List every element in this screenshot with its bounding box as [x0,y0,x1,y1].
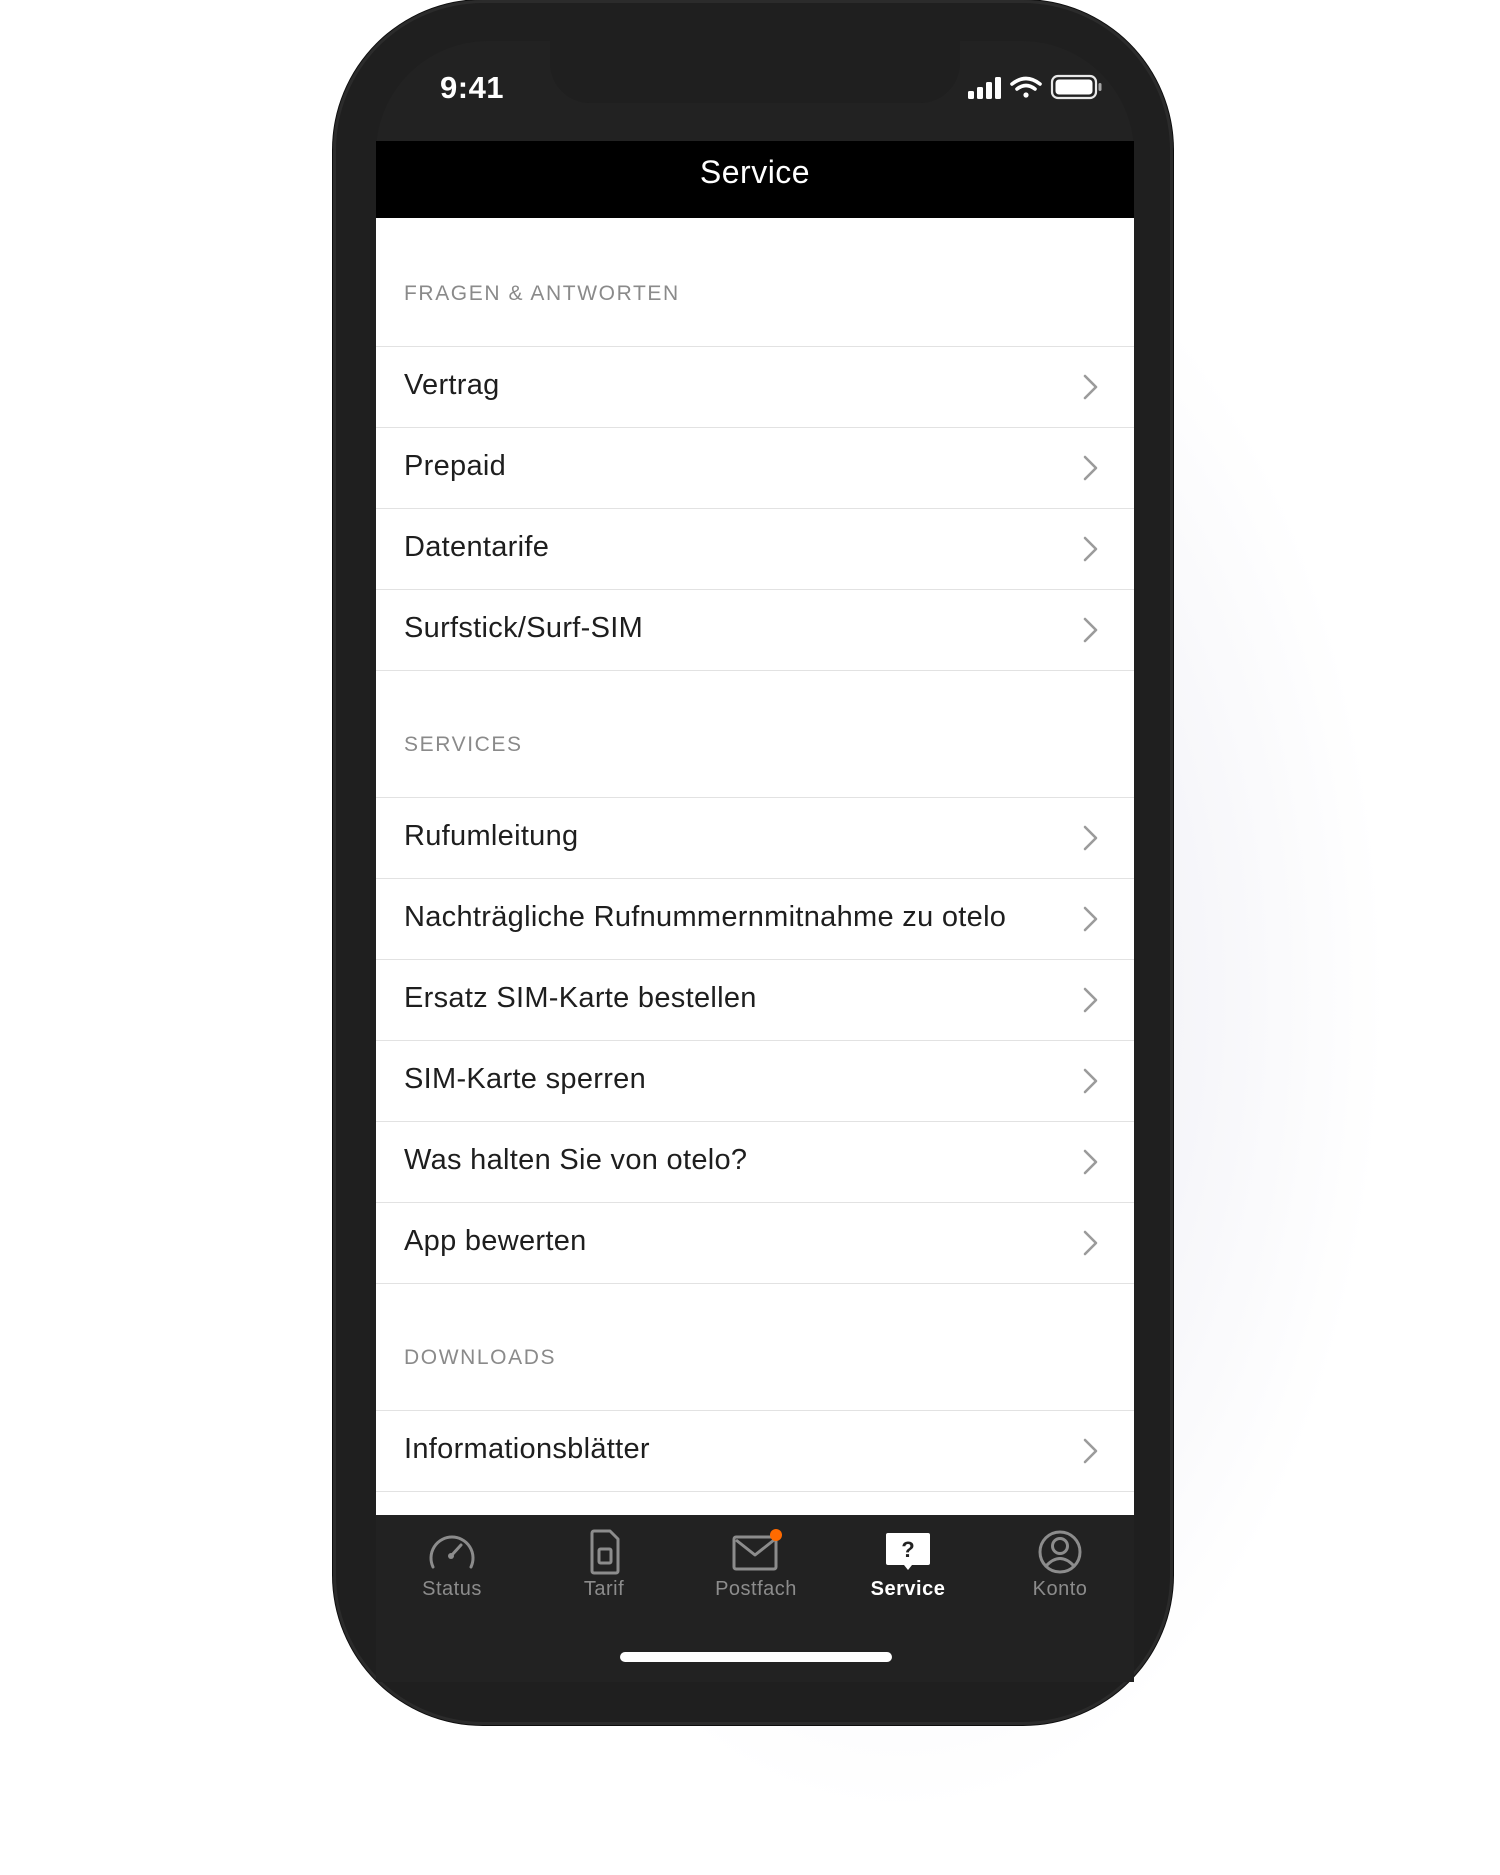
mail-icon [732,1529,782,1571]
speedometer-icon [429,1535,475,1569]
service-list[interactable]: FRAGEN & ANTWORTEN Vertrag Prepaid Daten… [376,218,1134,1515]
notch [550,41,960,103]
tab-status[interactable]: Status [376,1515,528,1625]
tab-tarif[interactable]: Tarif [528,1515,680,1625]
list-item-sim-sperren[interactable]: SIM-Karte sperren [376,1040,1134,1121]
list-item-label: Nachträgliche Rufnummernmitnahme zu otel… [404,901,1007,933]
section-header-faq: FRAGEN & ANTWORTEN [404,282,680,305]
tab-label: Konto [1032,1578,1088,1600]
divider [376,1283,1134,1284]
tab-konto[interactable]: Konto [984,1515,1136,1625]
chevron-right-icon [1083,906,1098,932]
chevron-right-icon [1083,1438,1098,1464]
list-item-rufnummernmitnahme[interactable]: Nachträgliche Rufnummernmitnahme zu otel… [376,878,1134,959]
home-indicator[interactable] [620,1652,892,1662]
battery-icon [1050,74,1102,100]
list-item-label: Ersatz SIM-Karte bestellen [404,982,757,1014]
list-item-app-bewerten[interactable]: App bewerten [376,1202,1134,1283]
chevron-right-icon [1083,455,1098,481]
list-item-datentarife[interactable]: Datentarife [376,508,1134,589]
navigation-bar: Service [376,141,1134,218]
list-item-label: Rufumleitung [404,820,579,852]
list-item-feedback[interactable]: Was halten Sie von otelo? [376,1121,1134,1202]
tab-label: Tarif [583,1578,625,1600]
list-item-label: Vertrag [404,369,500,401]
chevron-right-icon [1083,1230,1098,1256]
chevron-right-icon [1083,617,1098,643]
list-item-prepaid[interactable]: Prepaid [376,427,1134,508]
list-item-ersatz-sim[interactable]: Ersatz SIM-Karte bestellen [376,959,1134,1040]
help-icon: ? [886,1533,930,1570]
list-item-rufumleitung[interactable]: Rufumleitung [376,797,1134,878]
list-item-label: Prepaid [404,450,507,482]
chevron-right-icon [1083,987,1098,1013]
divider [376,1491,1134,1492]
divider [376,670,1134,671]
svg-text:?: ? [901,1537,914,1562]
list-item-vertrag[interactable]: Vertrag [376,346,1134,427]
list-item-informationsblaetter[interactable]: Informationsblätter [376,1410,1134,1491]
cellular-signal-icon [968,77,1001,99]
list-item-surfstick[interactable]: Surfstick/Surf-SIM [376,589,1134,670]
list-item-label: Surfstick/Surf-SIM [404,612,644,644]
tab-label: Status [422,1578,482,1600]
list-item-label: Datentarife [404,531,550,563]
list-item-label: SIM-Karte sperren [404,1063,647,1095]
list-item-label: App bewerten [404,1225,587,1257]
status-icons [968,74,1104,100]
page-title: Service [699,154,811,190]
tab-service[interactable]: ? Service [832,1515,984,1625]
tab-label: Postfach [715,1578,797,1600]
wifi-icon [1010,76,1042,98]
chevron-right-icon [1083,825,1098,851]
chevron-right-icon [1083,1068,1098,1094]
section-header-downloads: DOWNLOADS [404,1346,557,1369]
status-time: 9:41 [440,70,505,105]
chevron-right-icon [1083,536,1098,562]
section-header-services: SERVICES [404,733,523,756]
sim-card-icon [590,1529,620,1575]
tab-postfach[interactable]: Postfach [680,1515,832,1625]
notification-badge [770,1529,782,1541]
tab-label: Service [870,1578,946,1600]
chevron-right-icon [1083,1149,1098,1175]
list-item-label: Was halten Sie von otelo? [404,1144,748,1176]
account-icon [1038,1530,1082,1574]
chevron-right-icon [1083,374,1098,400]
list-item-label: Informationsblätter [404,1433,650,1465]
